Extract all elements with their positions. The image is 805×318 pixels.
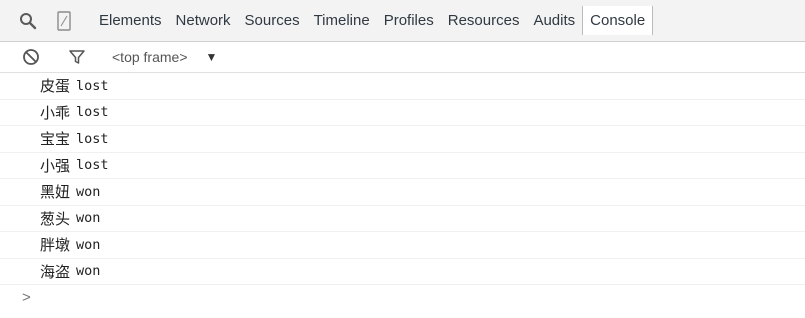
clear-console-icon[interactable] xyxy=(20,46,42,68)
message-name: 宝宝 xyxy=(40,130,71,149)
prompt-caret-icon: > xyxy=(22,288,31,306)
console-prompt[interactable]: > xyxy=(0,285,805,309)
console-message: 胖墩 won xyxy=(0,232,805,259)
tab-label: Audits xyxy=(533,12,576,29)
console-message: 小乖 lost xyxy=(0,100,805,126)
tab-audits[interactable]: Audits xyxy=(526,0,582,41)
message-name: 小强 xyxy=(40,156,71,175)
tab-label: Console xyxy=(590,12,646,29)
tab-label: Sources xyxy=(244,12,300,29)
tab-label: Profiles xyxy=(383,12,434,29)
console-message: 宝宝 lost xyxy=(0,126,805,153)
tab-elements[interactable]: Elements xyxy=(92,0,169,41)
message-result: won xyxy=(76,263,101,280)
chevron-down-icon: ▼ xyxy=(205,50,218,64)
console-message: 小强 lost xyxy=(0,153,805,179)
frame-selector-label: <top frame> xyxy=(112,49,188,65)
tab-label: Elements xyxy=(99,12,162,29)
message-result: lost xyxy=(76,130,109,147)
tab-sources[interactable]: Sources xyxy=(238,0,307,41)
console-message: 海盗 won xyxy=(0,259,805,285)
devtools-toolbar: Elements Network Sources Timeline Profil… xyxy=(0,0,805,42)
tab-profiles[interactable]: Profiles xyxy=(377,0,441,41)
tab-console[interactable]: Console xyxy=(582,6,654,35)
message-result: lost xyxy=(76,77,109,94)
console-message: 葱头 won xyxy=(0,206,805,232)
filter-icon[interactable] xyxy=(66,46,88,68)
message-name: 海盗 xyxy=(40,262,71,281)
message-name: 皮蛋 xyxy=(40,77,71,96)
tab-resources[interactable]: Resources xyxy=(441,0,527,41)
console-filter-bar: <top frame> ▼ xyxy=(0,42,805,73)
tab-label: Timeline xyxy=(313,12,370,29)
console-log: 皮蛋 lost 小乖 lost 宝宝 lost 小强 lost 黑妞 won 葱头 won … xyxy=(0,73,805,309)
console-message: 皮蛋 lost xyxy=(0,73,805,100)
message-name: 黑妞 xyxy=(40,183,71,202)
message-result: lost xyxy=(76,157,109,174)
message-name: 小乖 xyxy=(40,103,71,122)
message-name: 胖墩 xyxy=(40,236,71,255)
message-result: won xyxy=(76,183,101,200)
panel-tabs: Elements Network Sources Timeline Profil… xyxy=(92,0,654,41)
device-mode-icon[interactable] xyxy=(50,7,78,35)
tab-timeline[interactable]: Timeline xyxy=(307,0,377,41)
message-result: won xyxy=(76,210,101,227)
tab-label: Network xyxy=(175,12,231,29)
message-result: lost xyxy=(76,104,109,121)
search-icon[interactable] xyxy=(14,7,42,35)
tab-network[interactable]: Network xyxy=(169,0,238,41)
message-result: won xyxy=(76,236,101,253)
frame-selector[interactable]: <top frame> ▼ xyxy=(112,49,217,65)
tab-label: Resources xyxy=(447,12,520,29)
console-message: 黑妞 won xyxy=(0,179,805,206)
message-name: 葱头 xyxy=(40,209,71,228)
